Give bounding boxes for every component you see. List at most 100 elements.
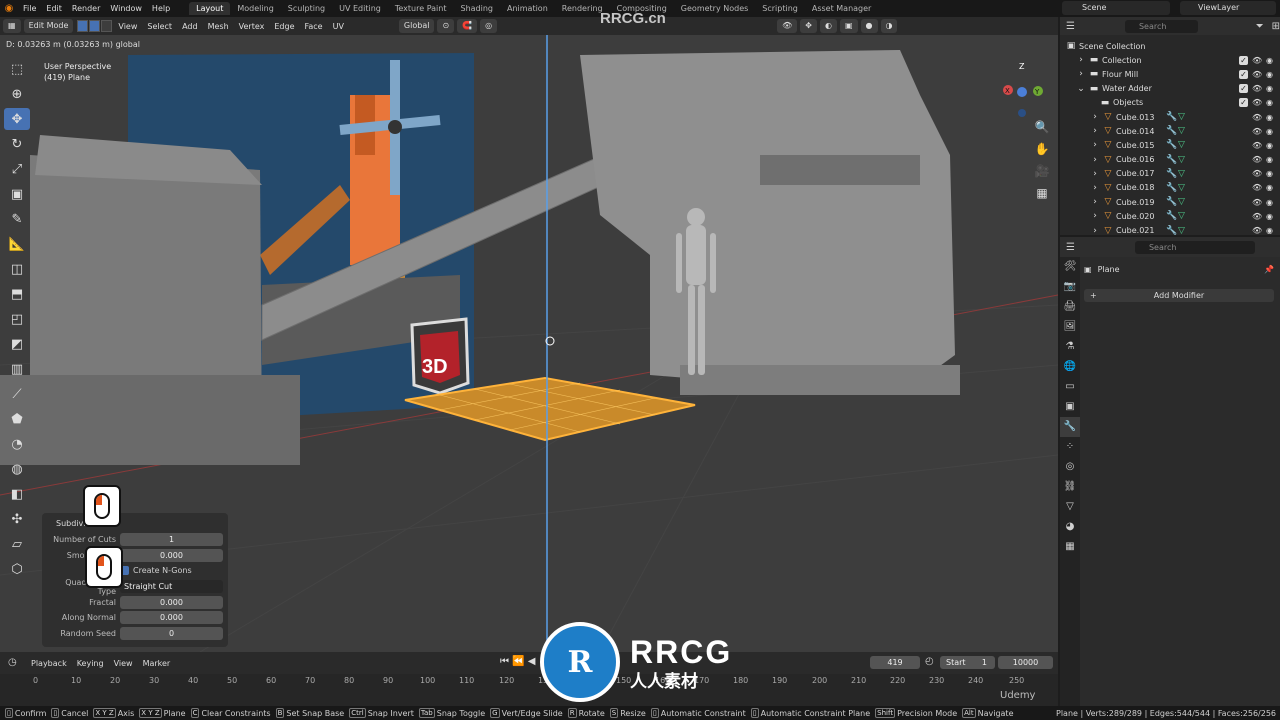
eye-icon[interactable]: 👁	[1252, 198, 1262, 207]
physics-tab-icon[interactable]: ◎	[1060, 457, 1080, 477]
modifier-wrench-icon[interactable]: 🔧	[1166, 112, 1177, 122]
camera-render-icon[interactable]: ◉	[1265, 155, 1274, 164]
camera-render-icon[interactable]: ◉	[1265, 169, 1274, 178]
tab-layout[interactable]: Layout	[189, 2, 231, 15]
shear-icon[interactable]: ▱	[4, 533, 30, 555]
editor-type-button[interactable]: ▦	[3, 19, 21, 33]
exclude-checkbox[interactable]: ✓	[1239, 55, 1248, 65]
pivot-point-icon[interactable]: ⊙	[437, 19, 455, 33]
menu-edge[interactable]: Edge	[269, 22, 299, 31]
tool-tab-icon[interactable]: 🛠	[1060, 257, 1080, 277]
outliner-row[interactable]: › ▽ Cube.020 🔧 ▽ 👁 ◉	[1060, 209, 1280, 223]
data-tab-icon[interactable]: ▽	[1060, 497, 1080, 517]
outliner-row[interactable]: › ▽ Cube.014 🔧 ▽ 👁 ◉	[1060, 124, 1280, 138]
scene-tab-icon[interactable]: ⚗	[1060, 337, 1080, 357]
outliner-row[interactable]: ⌄ ▬ Water Adder ✓ 👁 ◉	[1060, 82, 1280, 96]
expand-chevron-icon[interactable]: ›	[1090, 197, 1100, 207]
outliner-row[interactable]: › ▽ Cube.019 🔧 ▽ 👁 ◉	[1060, 195, 1280, 209]
expand-chevron-icon[interactable]: ›	[1090, 140, 1100, 150]
output-tab-icon[interactable]: 🖨	[1060, 297, 1080, 317]
menu-keying[interactable]: Keying	[72, 659, 109, 668]
tab-animation[interactable]: Animation	[500, 2, 555, 15]
mesh-data-icon[interactable]: ▽	[1178, 169, 1185, 179]
menu-vertex[interactable]: Vertex	[234, 22, 270, 31]
mesh-data-icon[interactable]: ▽	[1178, 197, 1185, 207]
menu-add[interactable]: Add	[177, 22, 203, 31]
view-layer-selector[interactable]: ViewLayer	[1180, 1, 1276, 15]
menu-playback[interactable]: Playback	[26, 659, 72, 668]
add-cube-icon[interactable]: ◫	[4, 258, 30, 280]
face-select-icon[interactable]	[101, 20, 113, 32]
move-icon[interactable]: ✥	[4, 108, 30, 130]
transform-orientation-selector[interactable]: Global	[398, 19, 435, 33]
snap-icon[interactable]: 🧲	[457, 19, 478, 33]
expand-chevron-icon[interactable]: ›	[1090, 126, 1100, 136]
expand-chevron-icon[interactable]: ›	[1090, 112, 1100, 122]
mesh-data-icon[interactable]: ▽	[1178, 112, 1185, 122]
eye-icon[interactable]: 👁	[1252, 155, 1262, 164]
shrink-fatten-icon[interactable]: ✣	[4, 508, 30, 530]
eye-icon[interactable]: 👁	[1252, 113, 1262, 122]
modifier-wrench-icon[interactable]: 🔧	[1166, 169, 1177, 179]
timeline-editor-icon[interactable]: ◷	[8, 657, 17, 668]
cursor-icon[interactable]: ⊕	[4, 83, 30, 105]
bevel-icon[interactable]: ◩	[4, 333, 30, 355]
loop-cut-icon[interactable]: ▥	[4, 358, 30, 380]
world-tab-icon[interactable]: 🌐	[1060, 357, 1080, 377]
menu-window[interactable]: Window	[105, 4, 147, 13]
pan-hand-icon[interactable]: ✋	[1033, 140, 1051, 158]
menu-view[interactable]: View	[113, 22, 142, 31]
menu-timeline-view[interactable]: View	[109, 659, 138, 668]
scene-selector[interactable]: Scene	[1062, 1, 1170, 15]
properties-search-input[interactable]: Search	[1134, 240, 1255, 254]
menu-select[interactable]: Select	[142, 22, 177, 31]
outliner-row[interactable]: › ▽ Cube.017 🔧 ▽ 👁 ◉	[1060, 167, 1280, 181]
outliner-row[interactable]: › ▽ Cube.015 🔧 ▽ 👁 ◉	[1060, 138, 1280, 152]
mode-selector[interactable]: Edit Mode	[23, 19, 74, 33]
modifier-tab-icon[interactable]: 🔧	[1060, 417, 1080, 437]
menu-mesh[interactable]: Mesh	[203, 22, 234, 31]
knife-icon[interactable]: ⟋	[4, 383, 30, 405]
camera-icon[interactable]: 🎥	[1033, 162, 1051, 180]
outliner-row[interactable]: › ▽ Cube.021 🔧 ▽ 👁 ◉	[1060, 223, 1280, 237]
playback-controls[interactable]: ⏮ ⏪ ◀	[500, 656, 536, 667]
annotate-icon[interactable]: ✎	[4, 208, 30, 230]
tab-modeling[interactable]: Modeling	[230, 2, 280, 15]
quad-corner-select[interactable]: Straight Cut	[120, 580, 223, 594]
rip-icon[interactable]: ⬡	[4, 558, 30, 580]
texture-tab-icon[interactable]: ▦	[1060, 537, 1080, 557]
eye-icon[interactable]: 👁	[1252, 141, 1262, 150]
expand-chevron-icon[interactable]: ›	[1090, 183, 1100, 193]
mesh-data-icon[interactable]: ▽	[1178, 211, 1185, 221]
properties-editor-icon[interactable]: ☰	[1066, 242, 1075, 253]
modifier-wrench-icon[interactable]: 🔧	[1166, 126, 1177, 136]
menu-render[interactable]: Render	[67, 4, 105, 13]
tab-sculpting[interactable]: Sculpting	[281, 2, 332, 15]
along-normal-field[interactable]: 0.000	[120, 611, 223, 625]
poly-build-icon[interactable]: ⬟	[4, 408, 30, 430]
extrude-icon[interactable]: ⬒	[4, 283, 30, 305]
random-seed-field[interactable]: 0	[120, 626, 223, 640]
menu-help[interactable]: Help	[147, 4, 175, 13]
overlay-icon[interactable]: ◐	[819, 19, 837, 33]
operator-title[interactable]: Subdivide	[46, 516, 224, 532]
render-tab-icon[interactable]: 📷	[1060, 277, 1080, 297]
camera-render-icon[interactable]: ◉	[1265, 141, 1274, 150]
spin-icon[interactable]: ◔	[4, 433, 30, 455]
blender-logo-icon[interactable]: ◉	[0, 0, 18, 17]
outliner-row[interactable]: › ▬ Collection ✓ 👁 ◉	[1060, 53, 1280, 67]
pin-icon[interactable]: 📌	[1264, 265, 1274, 274]
mesh-data-icon[interactable]: ▽	[1178, 140, 1185, 150]
eye-icon[interactable]: 👁	[1252, 56, 1262, 65]
inset-icon[interactable]: ◰	[4, 308, 30, 330]
smooth-icon[interactable]: ◍	[4, 458, 30, 480]
mesh-data-icon[interactable]: ▽	[1178, 126, 1185, 136]
add-modifier-button[interactable]: + Add Modifier	[1084, 289, 1274, 302]
modifier-wrench-icon[interactable]: 🔧	[1166, 155, 1177, 165]
filter-icon[interactable]: ⏷	[1256, 21, 1264, 32]
tab-scripting[interactable]: Scripting	[755, 2, 805, 15]
navigation-gizmo[interactable]: Z Y X	[1003, 62, 1043, 117]
tab-geometry-nodes[interactable]: Geometry Nodes	[674, 2, 755, 15]
camera-render-icon[interactable]: ◉	[1265, 183, 1274, 192]
measure-icon[interactable]: 📐	[4, 233, 30, 255]
